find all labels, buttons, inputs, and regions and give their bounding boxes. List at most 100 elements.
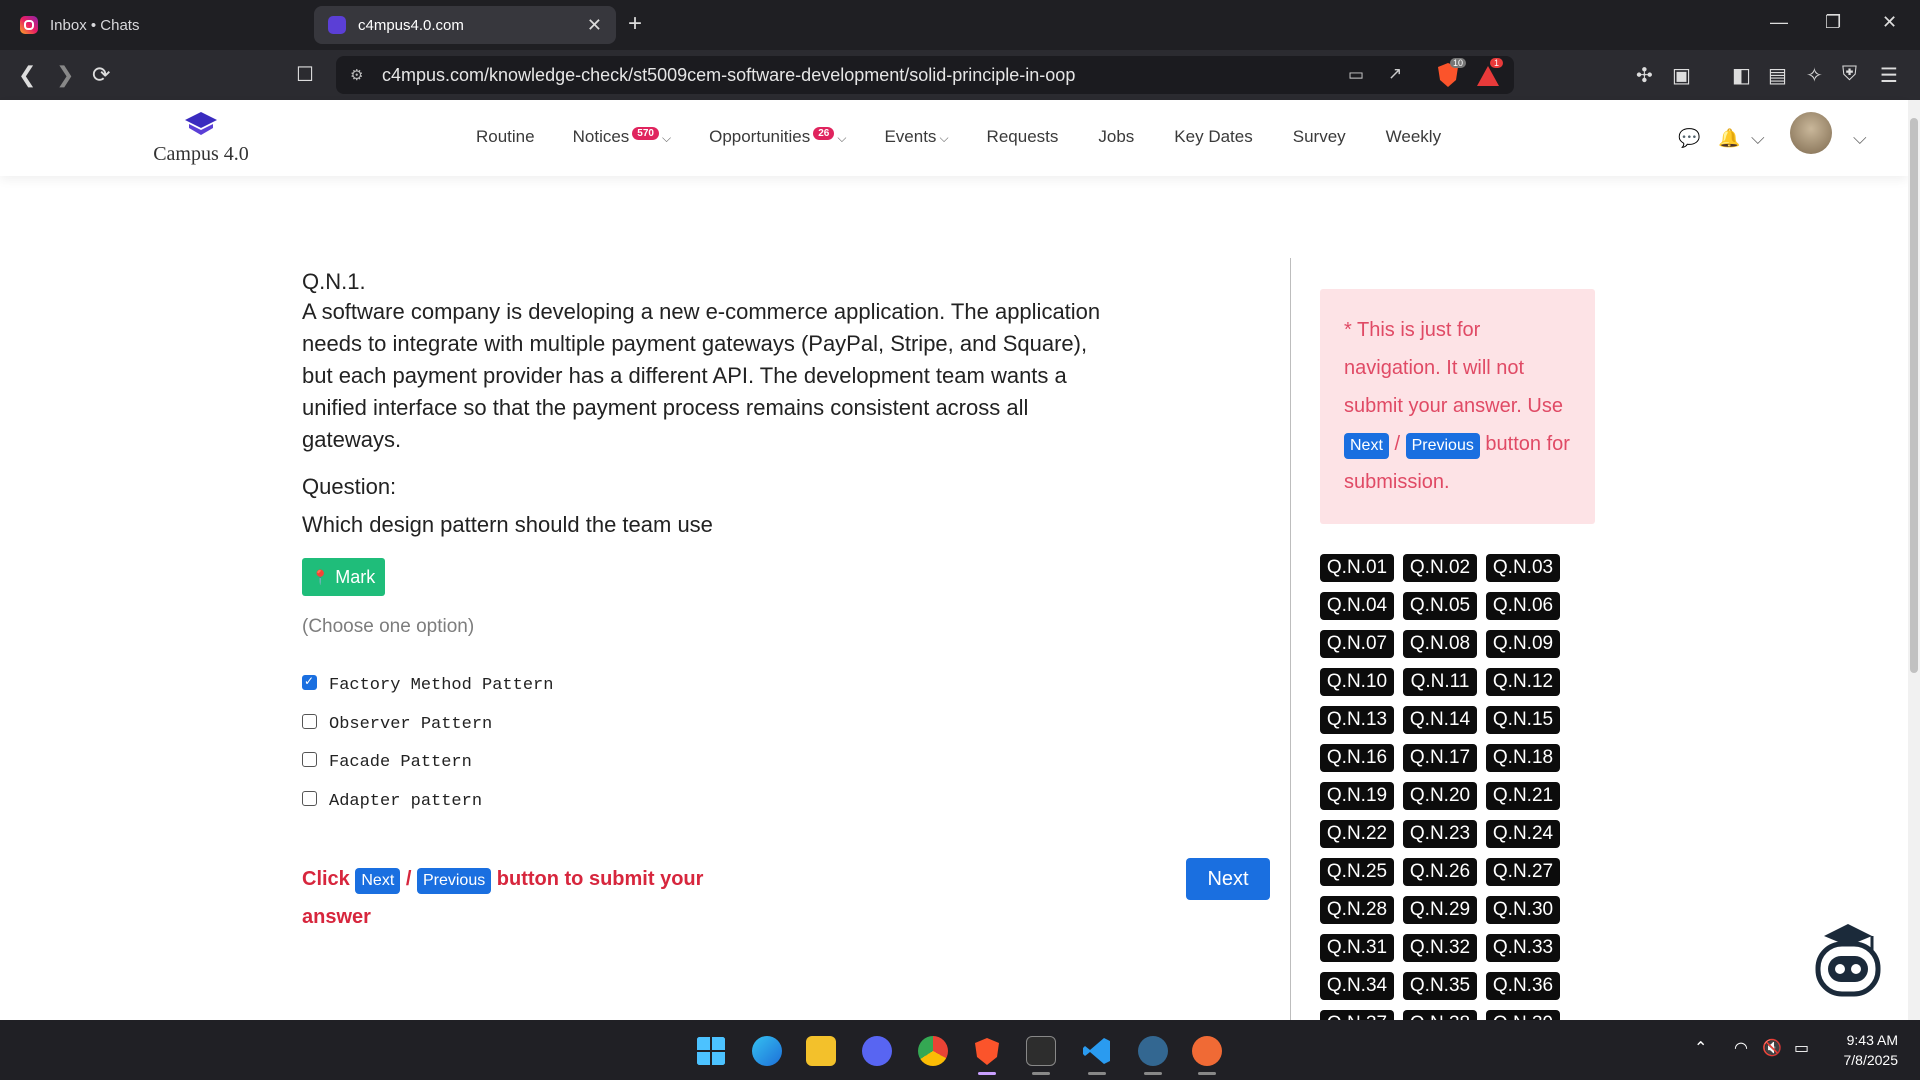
nav-requests[interactable]: Requests: [987, 127, 1059, 147]
question-nav-chip[interactable]: Q.N.22: [1320, 820, 1394, 848]
option-checkbox[interactable]: [302, 791, 317, 806]
back-icon[interactable]: ❮: [18, 62, 36, 88]
question-nav-chip[interactable]: Q.N.06: [1486, 592, 1560, 620]
tray-overflow-icon[interactable]: ⌃: [1694, 1038, 1707, 1058]
edge-icon[interactable]: [752, 1036, 782, 1066]
question-nav-chip[interactable]: Q.N.35: [1403, 972, 1477, 1000]
question-nav-chip[interactable]: Q.N.25: [1320, 858, 1394, 886]
question-nav-chip[interactable]: Q.N.33: [1486, 934, 1560, 962]
question-nav-chip[interactable]: Q.N.17: [1403, 744, 1477, 772]
option-checkbox[interactable]: [302, 674, 317, 690]
question-nav-chip[interactable]: Q.N.21: [1486, 782, 1560, 810]
close-tab-icon[interactable]: ✕: [587, 15, 602, 36]
tab-c4mpus[interactable]: c4mpus4.0.com ✕: [314, 6, 616, 44]
close-window-icon[interactable]: ✕: [1882, 12, 1897, 33]
leo-ai-icon[interactable]: ✧: [1806, 63, 1823, 88]
question-nav-chip[interactable]: Q.N.39: [1486, 1010, 1560, 1020]
question-nav-chip[interactable]: Q.N.29: [1403, 896, 1477, 924]
bookmark-icon[interactable]: ☐: [296, 62, 314, 87]
chatbot-icon[interactable]: [1810, 914, 1886, 1004]
option-adapter[interactable]: Adapter pattern: [302, 791, 482, 811]
question-nav-chip[interactable]: Q.N.13: [1320, 706, 1394, 734]
question-nav-chip[interactable]: Q.N.12: [1486, 668, 1560, 696]
windows-start-icon[interactable]: [696, 1036, 726, 1066]
postman-icon[interactable]: [1192, 1036, 1222, 1066]
chevron-down-icon[interactable]: ⌵: [1853, 128, 1867, 149]
postgresql-icon[interactable]: [1138, 1036, 1168, 1066]
question-nav-chip[interactable]: Q.N.07: [1320, 630, 1394, 658]
page-scrollbar[interactable]: [1908, 100, 1920, 1020]
minimize-icon[interactable]: —: [1770, 12, 1788, 33]
next-button[interactable]: Next: [1186, 858, 1270, 900]
question-nav-chip[interactable]: Q.N.20: [1403, 782, 1477, 810]
option-checkbox[interactable]: [302, 752, 317, 767]
battery-icon[interactable]: ▭: [1794, 1038, 1809, 1058]
nav-routine[interactable]: Routine: [476, 127, 535, 147]
volume-muted-icon[interactable]: 🔇: [1762, 1038, 1782, 1058]
chevron-down-icon[interactable]: ⌵: [1751, 128, 1765, 149]
scrollbar-thumb[interactable]: [1910, 118, 1918, 673]
wallet-icon[interactable]: ▤: [1768, 63, 1787, 88]
menu-icon[interactable]: ☰: [1880, 63, 1898, 88]
address-bar[interactable]: ⚙ c4mpus.com/knowledge-check/st5009cem-s…: [336, 56, 1514, 94]
mark-button[interactable]: 📍 Mark: [302, 558, 385, 596]
question-nav-chip[interactable]: Q.N.10: [1320, 668, 1394, 696]
question-nav-chip[interactable]: Q.N.01: [1320, 554, 1394, 582]
chrome-icon[interactable]: [918, 1036, 948, 1066]
question-nav-chip[interactable]: Q.N.38: [1403, 1010, 1477, 1020]
nav-events[interactable]: Events ⌵: [884, 127, 948, 147]
question-nav-chip[interactable]: Q.N.18: [1486, 744, 1560, 772]
nav-notices[interactable]: Notices 570 ⌵: [573, 127, 671, 147]
restore-icon[interactable]: ❐: [1825, 12, 1841, 33]
question-nav-chip[interactable]: Q.N.28: [1320, 896, 1394, 924]
option-checkbox[interactable]: [302, 714, 317, 729]
question-nav-chip[interactable]: Q.N.11: [1403, 668, 1477, 696]
sidebar-icon[interactable]: ◧: [1732, 63, 1751, 88]
vpn-icon[interactable]: ⛨: [1842, 63, 1857, 86]
nav-jobs[interactable]: Jobs: [1098, 127, 1134, 147]
question-nav-chip[interactable]: Q.N.36: [1486, 972, 1560, 1000]
question-nav-chip[interactable]: Q.N.23: [1403, 820, 1477, 848]
tab-inbox[interactable]: Inbox • Chats: [6, 6, 308, 44]
question-nav-chip[interactable]: Q.N.32: [1403, 934, 1477, 962]
avatar[interactable]: [1790, 112, 1832, 154]
reload-icon[interactable]: ⟳: [92, 62, 110, 88]
brave-icon[interactable]: [972, 1036, 1002, 1066]
vscode-icon[interactable]: [1082, 1036, 1112, 1066]
question-nav-chip[interactable]: Q.N.02: [1403, 554, 1477, 582]
bell-icon[interactable]: 🔔: [1718, 128, 1740, 149]
question-nav-chip[interactable]: Q.N.14: [1403, 706, 1477, 734]
question-nav-chip[interactable]: Q.N.05: [1403, 592, 1477, 620]
nav-opportunities[interactable]: Opportunities 26 ⌵: [709, 127, 846, 147]
system-clock[interactable]: 9:43 AM 7/8/2025: [1844, 1030, 1899, 1070]
site-logo[interactable]: Campus 4.0: [146, 110, 256, 166]
option-observer[interactable]: Observer Pattern: [302, 714, 492, 734]
nav-key-dates[interactable]: Key Dates: [1174, 127, 1252, 147]
question-nav-chip[interactable]: Q.N.27: [1486, 858, 1560, 886]
new-tab-icon[interactable]: +: [628, 10, 642, 38]
question-nav-chip[interactable]: Q.N.31: [1320, 934, 1394, 962]
option-factory-method[interactable]: Factory Method Pattern: [302, 674, 553, 695]
discord-icon[interactable]: [862, 1036, 892, 1066]
extensions-icon[interactable]: ✣: [1636, 63, 1653, 88]
question-nav-chip[interactable]: Q.N.04: [1320, 592, 1394, 620]
question-nav-chip[interactable]: Q.N.03: [1486, 554, 1560, 582]
question-nav-chip[interactable]: Q.N.37: [1320, 1010, 1394, 1020]
site-settings-icon[interactable]: ⚙: [350, 66, 363, 84]
question-nav-chip[interactable]: Q.N.30: [1486, 896, 1560, 924]
share-icon[interactable]: ↗: [1388, 64, 1402, 84]
terminal-icon[interactable]: [1026, 1036, 1056, 1066]
nav-survey[interactable]: Survey: [1293, 127, 1346, 147]
nav-weekly[interactable]: Weekly: [1386, 127, 1441, 147]
question-nav-chip[interactable]: Q.N.26: [1403, 858, 1477, 886]
forward-icon[interactable]: ❯: [56, 62, 74, 88]
cast-icon[interactable]: ▭: [1348, 65, 1364, 85]
file-explorer-icon[interactable]: [806, 1036, 836, 1066]
chat-icon[interactable]: 💬: [1678, 128, 1700, 149]
wifi-icon[interactable]: ◠: [1734, 1038, 1748, 1058]
question-nav-chip[interactable]: Q.N.16: [1320, 744, 1394, 772]
question-nav-chip[interactable]: Q.N.09: [1486, 630, 1560, 658]
question-nav-chip[interactable]: Q.N.24: [1486, 820, 1560, 848]
question-nav-chip[interactable]: Q.N.34: [1320, 972, 1394, 1000]
option-facade[interactable]: Facade Pattern: [302, 752, 472, 772]
